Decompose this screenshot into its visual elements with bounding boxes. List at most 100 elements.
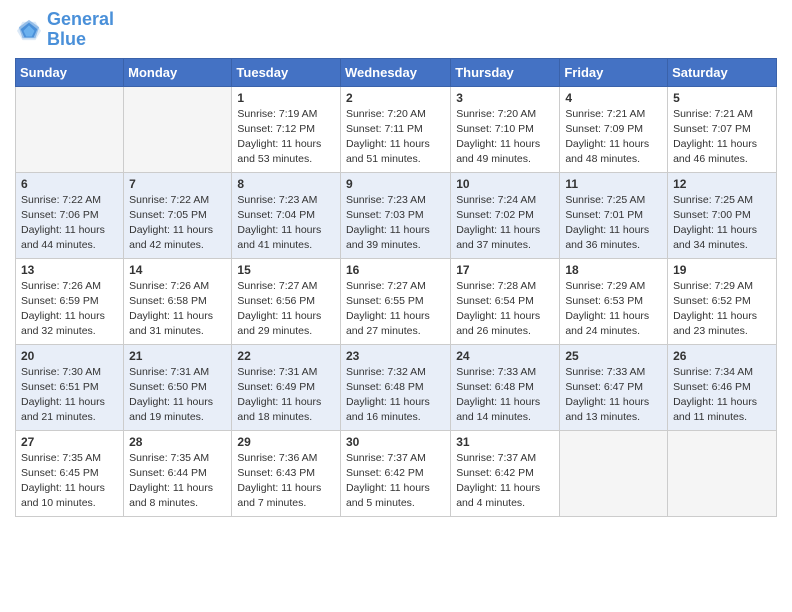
page-header: General Blue <box>15 10 777 50</box>
day-info: Sunrise: 7:36 AM Sunset: 6:43 PM Dayligh… <box>237 451 335 512</box>
day-number: 21 <box>129 349 226 363</box>
daylight-text: Daylight: 11 hours and 13 minutes. <box>565 396 649 423</box>
day-info: Sunrise: 7:33 AM Sunset: 6:48 PM Dayligh… <box>456 365 554 426</box>
weekday-header-saturday: Saturday <box>668 58 777 86</box>
sunrise-text: Sunrise: 7:22 AM <box>21 194 101 206</box>
sunset-text: Sunset: 6:45 PM <box>21 467 99 479</box>
day-info: Sunrise: 7:25 AM Sunset: 7:01 PM Dayligh… <box>565 193 662 254</box>
day-info: Sunrise: 7:24 AM Sunset: 7:02 PM Dayligh… <box>456 193 554 254</box>
day-number: 20 <box>21 349 118 363</box>
day-number: 28 <box>129 435 226 449</box>
sunrise-text: Sunrise: 7:20 AM <box>456 108 536 120</box>
daylight-text: Daylight: 11 hours and 19 minutes. <box>129 396 213 423</box>
day-info: Sunrise: 7:22 AM Sunset: 7:06 PM Dayligh… <box>21 193 118 254</box>
calendar-day-cell: 4 Sunrise: 7:21 AM Sunset: 7:09 PM Dayli… <box>560 86 668 172</box>
calendar-week-row: 6 Sunrise: 7:22 AM Sunset: 7:06 PM Dayli… <box>16 172 777 258</box>
day-number: 3 <box>456 91 554 105</box>
day-info: Sunrise: 7:23 AM Sunset: 7:04 PM Dayligh… <box>237 193 335 254</box>
daylight-text: Daylight: 11 hours and 11 minutes. <box>673 396 757 423</box>
day-number: 26 <box>673 349 771 363</box>
sunset-text: Sunset: 6:47 PM <box>565 381 643 393</box>
calendar-day-cell: 29 Sunrise: 7:36 AM Sunset: 6:43 PM Dayl… <box>232 430 341 516</box>
calendar-day-cell: 28 Sunrise: 7:35 AM Sunset: 6:44 PM Dayl… <box>124 430 232 516</box>
sunrise-text: Sunrise: 7:28 AM <box>456 280 536 292</box>
sunset-text: Sunset: 7:12 PM <box>237 123 315 135</box>
daylight-text: Daylight: 11 hours and 21 minutes. <box>21 396 105 423</box>
weekday-header-friday: Friday <box>560 58 668 86</box>
weekday-header-tuesday: Tuesday <box>232 58 341 86</box>
weekday-header-sunday: Sunday <box>16 58 124 86</box>
daylight-text: Daylight: 11 hours and 32 minutes. <box>21 310 105 337</box>
weekday-header-monday: Monday <box>124 58 232 86</box>
calendar-table: SundayMondayTuesdayWednesdayThursdayFrid… <box>15 58 777 517</box>
day-number: 30 <box>346 435 445 449</box>
sunset-text: Sunset: 6:53 PM <box>565 295 643 307</box>
daylight-text: Daylight: 11 hours and 7 minutes. <box>237 482 321 509</box>
sunset-text: Sunset: 6:48 PM <box>346 381 424 393</box>
sunset-text: Sunset: 6:54 PM <box>456 295 534 307</box>
day-number: 31 <box>456 435 554 449</box>
sunrise-text: Sunrise: 7:37 AM <box>456 452 536 464</box>
sunrise-text: Sunrise: 7:33 AM <box>456 366 536 378</box>
daylight-text: Daylight: 11 hours and 41 minutes. <box>237 224 321 251</box>
calendar-day-cell <box>16 86 124 172</box>
calendar-day-cell: 6 Sunrise: 7:22 AM Sunset: 7:06 PM Dayli… <box>16 172 124 258</box>
daylight-text: Daylight: 11 hours and 51 minutes. <box>346 138 430 165</box>
day-number: 16 <box>346 263 445 277</box>
calendar-day-cell: 10 Sunrise: 7:24 AM Sunset: 7:02 PM Dayl… <box>451 172 560 258</box>
calendar-day-cell: 26 Sunrise: 7:34 AM Sunset: 6:46 PM Dayl… <box>668 344 777 430</box>
calendar-day-cell: 9 Sunrise: 7:23 AM Sunset: 7:03 PM Dayli… <box>340 172 450 258</box>
sunrise-text: Sunrise: 7:25 AM <box>565 194 645 206</box>
day-number: 19 <box>673 263 771 277</box>
sunrise-text: Sunrise: 7:19 AM <box>237 108 317 120</box>
sunrise-text: Sunrise: 7:27 AM <box>346 280 426 292</box>
day-number: 9 <box>346 177 445 191</box>
day-info: Sunrise: 7:21 AM Sunset: 7:07 PM Dayligh… <box>673 107 771 168</box>
sunset-text: Sunset: 6:42 PM <box>346 467 424 479</box>
day-info: Sunrise: 7:32 AM Sunset: 6:48 PM Dayligh… <box>346 365 445 426</box>
calendar-day-cell: 5 Sunrise: 7:21 AM Sunset: 7:07 PM Dayli… <box>668 86 777 172</box>
day-info: Sunrise: 7:37 AM Sunset: 6:42 PM Dayligh… <box>456 451 554 512</box>
daylight-text: Daylight: 11 hours and 37 minutes. <box>456 224 540 251</box>
calendar-week-row: 27 Sunrise: 7:35 AM Sunset: 6:45 PM Dayl… <box>16 430 777 516</box>
day-info: Sunrise: 7:28 AM Sunset: 6:54 PM Dayligh… <box>456 279 554 340</box>
calendar-day-cell: 18 Sunrise: 7:29 AM Sunset: 6:53 PM Dayl… <box>560 258 668 344</box>
sunset-text: Sunset: 6:46 PM <box>673 381 751 393</box>
daylight-text: Daylight: 11 hours and 10 minutes. <box>21 482 105 509</box>
logo-text: General Blue <box>47 10 114 50</box>
daylight-text: Daylight: 11 hours and 14 minutes. <box>456 396 540 423</box>
sunset-text: Sunset: 7:02 PM <box>456 209 534 221</box>
sunset-text: Sunset: 7:04 PM <box>237 209 315 221</box>
daylight-text: Daylight: 11 hours and 18 minutes. <box>237 396 321 423</box>
day-info: Sunrise: 7:20 AM Sunset: 7:11 PM Dayligh… <box>346 107 445 168</box>
calendar-week-row: 20 Sunrise: 7:30 AM Sunset: 6:51 PM Dayl… <box>16 344 777 430</box>
calendar-day-cell: 30 Sunrise: 7:37 AM Sunset: 6:42 PM Dayl… <box>340 430 450 516</box>
weekday-header-row: SundayMondayTuesdayWednesdayThursdayFrid… <box>16 58 777 86</box>
day-number: 1 <box>237 91 335 105</box>
sunrise-text: Sunrise: 7:25 AM <box>673 194 753 206</box>
day-info: Sunrise: 7:26 AM Sunset: 6:58 PM Dayligh… <box>129 279 226 340</box>
sunrise-text: Sunrise: 7:20 AM <box>346 108 426 120</box>
day-number: 13 <box>21 263 118 277</box>
calendar-day-cell: 7 Sunrise: 7:22 AM Sunset: 7:05 PM Dayli… <box>124 172 232 258</box>
calendar-week-row: 13 Sunrise: 7:26 AM Sunset: 6:59 PM Dayl… <box>16 258 777 344</box>
day-number: 7 <box>129 177 226 191</box>
daylight-text: Daylight: 11 hours and 27 minutes. <box>346 310 430 337</box>
day-number: 18 <box>565 263 662 277</box>
sunrise-text: Sunrise: 7:35 AM <box>129 452 209 464</box>
sunset-text: Sunset: 6:50 PM <box>129 381 207 393</box>
daylight-text: Daylight: 11 hours and 53 minutes. <box>237 138 321 165</box>
sunset-text: Sunset: 7:07 PM <box>673 123 751 135</box>
day-info: Sunrise: 7:31 AM Sunset: 6:49 PM Dayligh… <box>237 365 335 426</box>
calendar-day-cell: 11 Sunrise: 7:25 AM Sunset: 7:01 PM Dayl… <box>560 172 668 258</box>
sunset-text: Sunset: 6:51 PM <box>21 381 99 393</box>
day-number: 15 <box>237 263 335 277</box>
day-info: Sunrise: 7:27 AM Sunset: 6:55 PM Dayligh… <box>346 279 445 340</box>
logo-icon <box>15 18 43 42</box>
sunrise-text: Sunrise: 7:32 AM <box>346 366 426 378</box>
calendar-day-cell: 31 Sunrise: 7:37 AM Sunset: 6:42 PM Dayl… <box>451 430 560 516</box>
day-info: Sunrise: 7:26 AM Sunset: 6:59 PM Dayligh… <box>21 279 118 340</box>
sunrise-text: Sunrise: 7:36 AM <box>237 452 317 464</box>
sunrise-text: Sunrise: 7:34 AM <box>673 366 753 378</box>
calendar-day-cell <box>668 430 777 516</box>
